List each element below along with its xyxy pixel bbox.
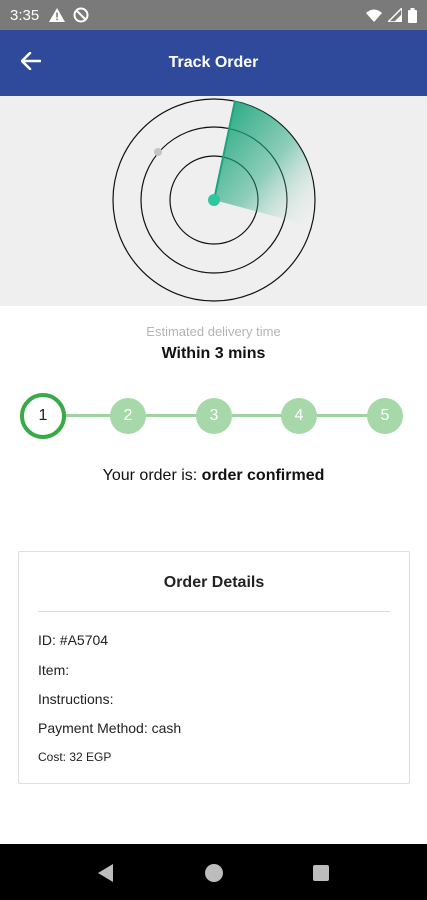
sync-off-icon (73, 7, 89, 23)
order-instructions: Instructions: (38, 691, 114, 707)
arrow-left-icon (20, 51, 42, 75)
order-status-value: order confirmed (201, 467, 325, 484)
home-circle-icon[interactable] (203, 862, 225, 884)
back-triangle-icon[interactable] (95, 862, 117, 884)
order-status-text: Your order is: order confirmed (0, 467, 427, 485)
estimated-delivery-value: Within 3 mins (161, 345, 266, 362)
system-nav-bar (0, 844, 427, 900)
order-status-prefix: Your order is: (102, 467, 198, 484)
battery-icon (408, 7, 417, 23)
page-title: Track Order (168, 54, 259, 71)
divider (38, 611, 390, 612)
step-4[interactable]: 4 (281, 398, 317, 434)
step-1[interactable]: 1 (20, 393, 66, 439)
status-bar: 3:35 (0, 0, 427, 30)
step-connector (146, 414, 198, 417)
signal-icon (388, 8, 402, 22)
step-connector (232, 414, 282, 417)
order-cost: Cost: 32 EGP (38, 750, 112, 764)
order-payment-method: Payment Method: cash (38, 720, 182, 736)
step-5[interactable]: 5 (367, 398, 403, 434)
radar-sweep (214, 101, 315, 226)
step-2[interactable]: 2 (110, 398, 146, 434)
radar-blip (154, 148, 162, 156)
wifi-icon (366, 9, 382, 22)
step-connector (316, 414, 368, 417)
order-id: ID: #A5704 (38, 632, 109, 648)
step-3[interactable]: 3 (196, 398, 232, 434)
order-details-title: Order Details (163, 574, 265, 591)
radar-center-dot (208, 194, 220, 206)
radar-graphic (112, 98, 316, 302)
step-connector (64, 414, 112, 417)
status-time: 3:35 (10, 6, 40, 24)
radar-map (0, 96, 427, 306)
estimated-delivery-label: Estimated delivery time (146, 324, 281, 339)
warning-icon (49, 8, 66, 22)
order-item: Item: (38, 662, 70, 678)
recents-square-icon[interactable] (310, 862, 332, 884)
order-progress-stepper: 1 2 3 4 5 (0, 393, 427, 439)
order-details-card: Order Details ID: #A5704 Item: Instructi… (18, 551, 410, 784)
app-bar: Track Order (0, 30, 427, 96)
back-button[interactable] (14, 47, 48, 79)
